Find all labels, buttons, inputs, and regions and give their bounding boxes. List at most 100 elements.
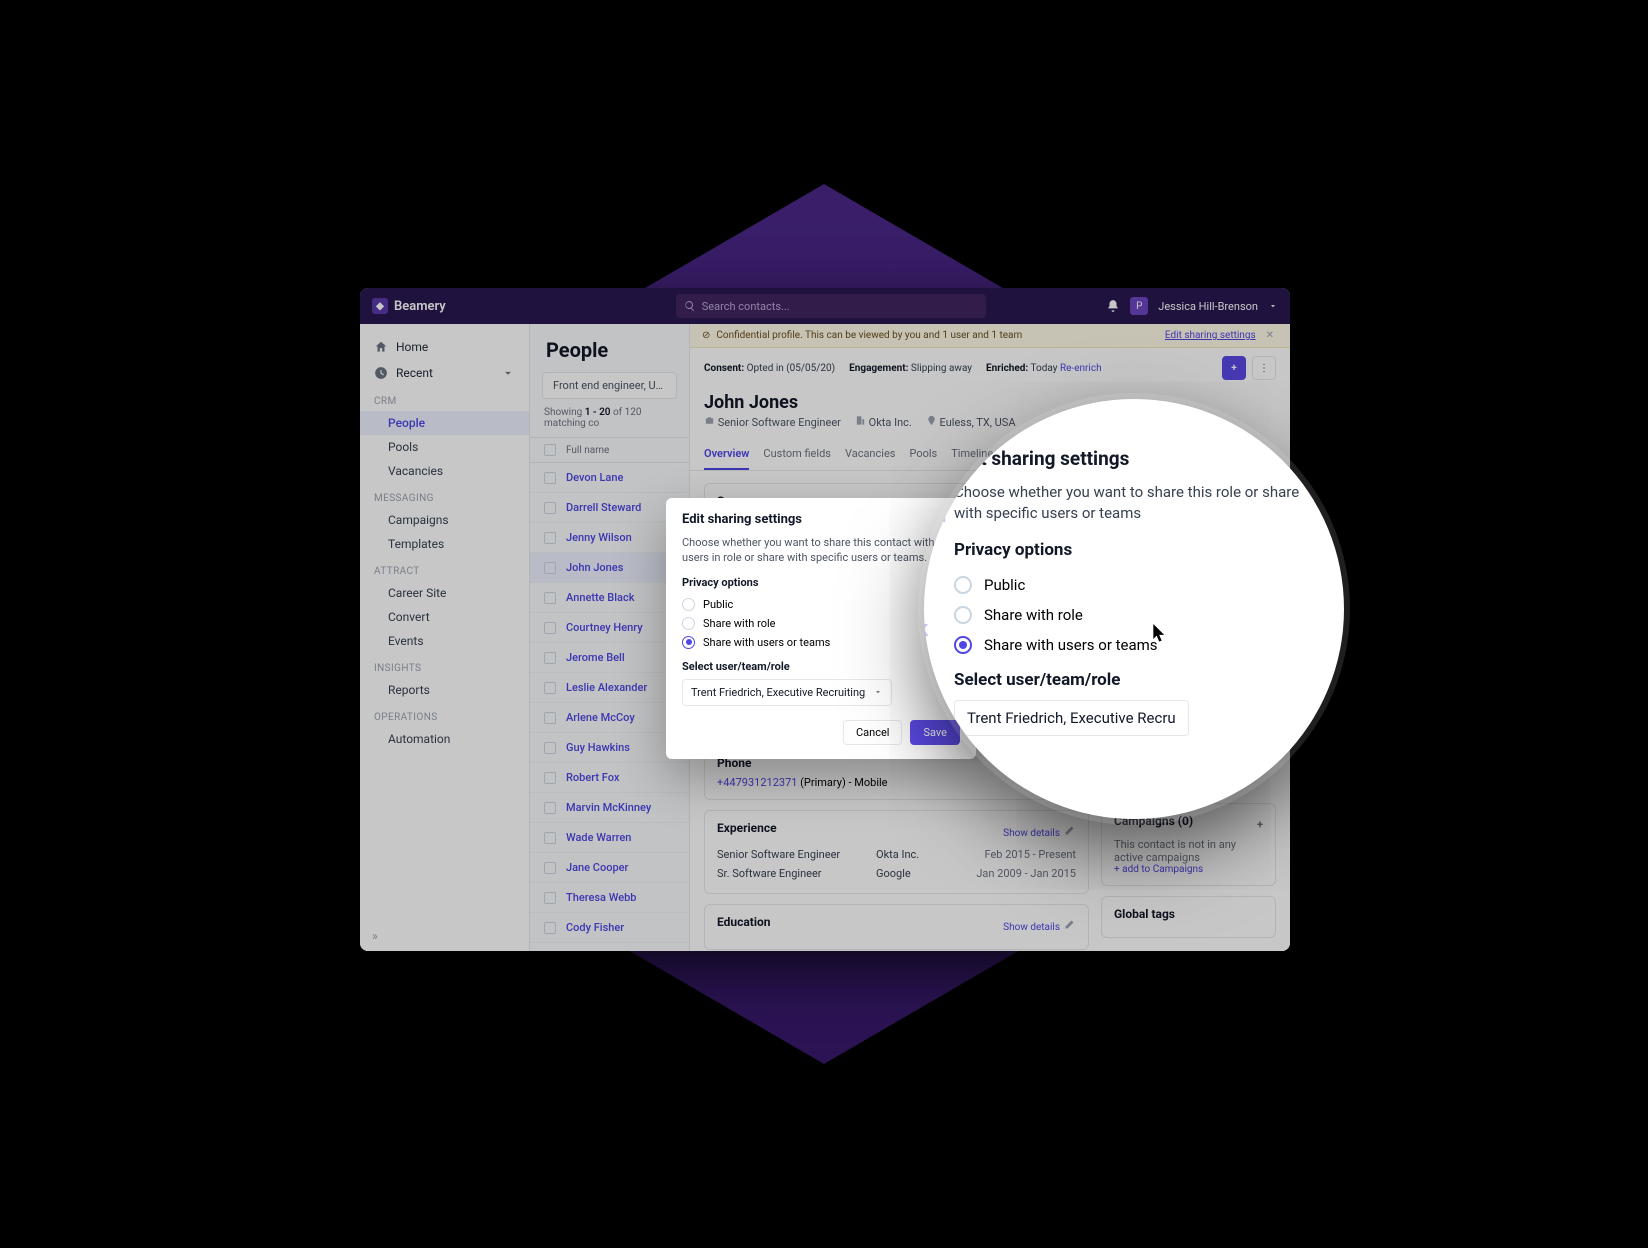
phone-number[interactable]: +447931212371 — [717, 776, 797, 789]
row-checkbox[interactable] — [544, 922, 556, 934]
education-card: Education Show details — [704, 904, 1089, 950]
person-row[interactable]: Theresa Webb — [530, 883, 689, 913]
sidebar-item-career-site[interactable]: Career Site — [360, 581, 529, 605]
row-checkbox[interactable] — [544, 502, 556, 514]
sidebar-home[interactable]: Home — [360, 334, 529, 360]
person-row[interactable]: Devon Lane — [530, 463, 689, 493]
person-name: Jane Cooper — [566, 861, 628, 874]
sidebar-group-operations: OPERATIONS — [360, 702, 529, 727]
radio-icon — [954, 576, 972, 594]
add-to-campaigns-link[interactable]: + add to Campaigns — [1114, 864, 1263, 875]
row-checkbox[interactable] — [544, 742, 556, 754]
showing-count: Showing 1 - 20 of 120 matching co — [530, 399, 689, 437]
sidebar-item-pools[interactable]: Pools — [360, 435, 529, 459]
sidebar-item-templates[interactable]: Templates — [360, 532, 529, 556]
tab-overview[interactable]: Overview — [704, 439, 749, 470]
row-checkbox[interactable] — [544, 682, 556, 694]
person-name: Jerome Bell — [566, 651, 625, 664]
add-campaign-icon[interactable]: + — [1257, 818, 1263, 831]
cancel-button[interactable]: Cancel — [843, 720, 902, 745]
row-checkbox[interactable] — [544, 862, 556, 874]
more-menu-button[interactable]: ⋮ — [1252, 356, 1276, 380]
row-checkbox[interactable] — [544, 892, 556, 904]
location-icon — [926, 415, 937, 426]
campaigns-empty-text: This contact is not in any active campai… — [1114, 838, 1263, 864]
filter-pill[interactable]: Front end engineer, US East co — [542, 372, 677, 399]
pencil-icon[interactable] — [1064, 918, 1076, 930]
person-name: Wade Warren — [566, 831, 631, 844]
sidebar: Home Recent CRMPeoplePoolsVacanciesMESSA… — [360, 324, 530, 951]
user-avatar[interactable]: P — [1130, 297, 1148, 315]
row-checkbox[interactable] — [544, 802, 556, 814]
sidebar-item-reports[interactable]: Reports — [360, 678, 529, 702]
lens-option-share-with-users-or-teams[interactable]: Share with users or teams — [954, 630, 1314, 660]
radio-icon — [682, 598, 695, 611]
row-checkbox[interactable] — [544, 592, 556, 604]
phone-suffix: (Primary) - Mobile — [800, 776, 887, 789]
global-tags-heading: Global tags — [1114, 907, 1263, 921]
person-row[interactable]: Cody Fisher — [530, 913, 689, 943]
close-banner-icon[interactable]: ✕ — [1262, 330, 1278, 341]
row-checkbox[interactable] — [544, 772, 556, 784]
education-show-details[interactable]: Show details — [1003, 922, 1060, 933]
select-user-dropdown[interactable]: Trent Friedrich, Executive Recruiting — [682, 679, 892, 706]
modal-option-public[interactable]: Public — [682, 595, 960, 614]
row-checkbox[interactable] — [544, 622, 556, 634]
lens-title: Edit sharing settings — [954, 447, 1314, 470]
add-button[interactable]: + — [1222, 356, 1246, 380]
modal-option-share-with-users-or-teams[interactable]: Share with users or teams — [682, 633, 960, 652]
person-row[interactable]: Marvin McKinney — [530, 793, 689, 823]
experience-show-details[interactable]: Show details — [1003, 828, 1060, 839]
tab-vacancies[interactable]: Vacancies — [845, 439, 896, 470]
edit-sharing-link[interactable]: Edit sharing settings — [1165, 330, 1256, 341]
profile-meta: Consent: Opted in (05/05/20) Engagement:… — [690, 348, 1290, 388]
sidebar-group-attract: ATTRACT — [360, 556, 529, 581]
row-checkbox[interactable] — [544, 562, 556, 574]
search-input[interactable]: Search contacts... — [676, 294, 986, 318]
person-name: Devon Lane — [566, 471, 623, 484]
sidebar-recent[interactable]: Recent — [360, 360, 529, 386]
lens-option-public[interactable]: Public — [954, 570, 1314, 600]
person-row[interactable]: Robert Fox — [530, 763, 689, 793]
sidebar-item-automation[interactable]: Automation — [360, 727, 529, 751]
lens-option-share-with-role[interactable]: Share with role — [954, 600, 1314, 630]
row-checkbox[interactable] — [544, 712, 556, 724]
lens-description: Choose whether you want to share this ro… — [954, 482, 1314, 524]
user-name[interactable]: Jessica Hill-Brenson — [1158, 300, 1258, 313]
lens-select-dropdown[interactable]: Trent Friedrich, Executive Recru — [954, 700, 1189, 736]
chevron-down-icon — [501, 366, 515, 380]
chevron-down-icon[interactable] — [1268, 301, 1278, 311]
sidebar-item-events[interactable]: Events — [360, 629, 529, 653]
tab-custom-fields[interactable]: Custom fields — [763, 439, 831, 470]
radio-icon — [954, 606, 972, 624]
row-checkbox[interactable] — [544, 832, 556, 844]
person-name: Cody Fisher — [566, 921, 624, 934]
tab-pools[interactable]: Pools — [909, 439, 937, 470]
person-name: Jenny Wilson — [566, 531, 632, 544]
person-name: Marvin McKinney — [566, 801, 651, 814]
person-name: John Jones — [566, 561, 623, 574]
person-name: Arlene McCoy — [566, 711, 635, 724]
sidebar-item-campaigns[interactable]: Campaigns — [360, 508, 529, 532]
person-row[interactable]: Jane Cooper — [530, 853, 689, 883]
radio-icon — [954, 636, 972, 654]
select-all-checkbox[interactable] — [544, 444, 556, 456]
select-user-heading: Select user/team/role — [682, 660, 960, 673]
row-checkbox[interactable] — [544, 532, 556, 544]
modal-option-share-with-role[interactable]: Share with role — [682, 614, 960, 633]
pencil-icon[interactable] — [1064, 824, 1076, 836]
chevron-down-icon — [873, 687, 883, 697]
row-checkbox[interactable] — [544, 652, 556, 664]
sidebar-item-convert[interactable]: Convert — [360, 605, 529, 629]
reenrich-link[interactable]: Re-enrich — [1060, 363, 1102, 374]
person-row[interactable]: Wade Warren — [530, 823, 689, 853]
save-button[interactable]: Save — [910, 720, 960, 745]
sidebar-item-people[interactable]: People — [360, 411, 529, 435]
bell-icon[interactable] — [1106, 299, 1120, 313]
experience-row: Sr. Software EngineerGoogleJan 2009 - Ja… — [717, 864, 1076, 883]
sidebar-item-vacancies[interactable]: Vacancies — [360, 459, 529, 483]
collapse-sidebar-icon[interactable]: » — [372, 929, 378, 943]
row-checkbox[interactable] — [544, 472, 556, 484]
magnifier-lens: on nes e Black y Henry Edit sharing sett… — [924, 399, 1344, 819]
topbar: ◆ Beamery Search contacts... P Jessica H… — [360, 288, 1290, 324]
